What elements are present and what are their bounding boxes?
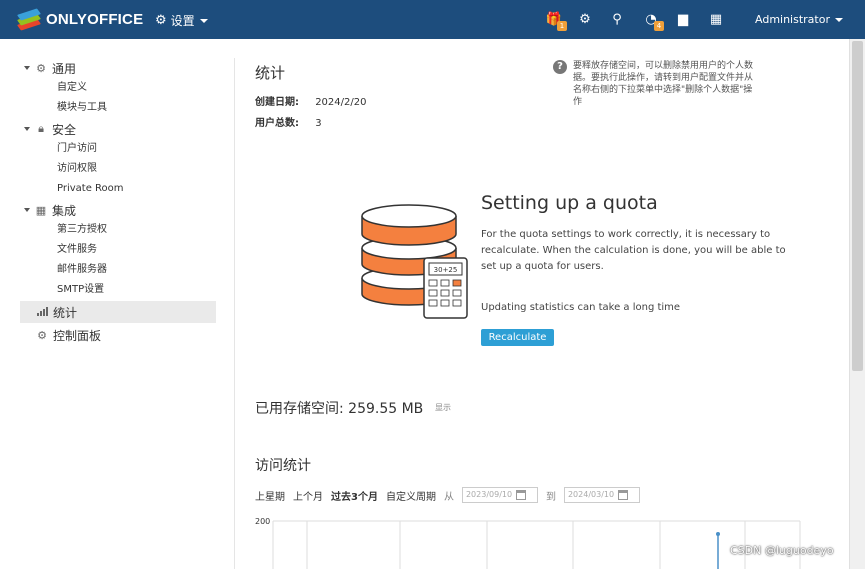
collapse-icon	[24, 66, 30, 70]
sidebar-item-access-rights[interactable]: 访问权限	[20, 159, 216, 179]
created-date-row: 创建日期: 2024/2/20	[255, 93, 366, 108]
sidebar-group-label: 通用	[52, 61, 77, 76]
search-icon[interactable]: ⚲	[608, 10, 626, 28]
storage-used: 已用存储空间: 259.55 MB	[255, 401, 424, 417]
logo-icon	[16, 8, 42, 31]
chat-icon-glyph: ▆	[678, 11, 688, 27]
notification-badge: 1	[557, 21, 567, 31]
storage-show-link[interactable]: 显示	[435, 402, 451, 413]
control-panel-icon: ⚙	[37, 328, 47, 342]
user-count-value: 3	[315, 118, 322, 129]
user-name: Administrator	[755, 13, 830, 26]
to-date-input[interactable]: 2024/03/10	[563, 487, 640, 503]
sidebar-item-control-panel[interactable]: ⚙ 控制面板	[20, 325, 216, 345]
gear-icon-glyph: ⚙	[579, 11, 591, 27]
period-last-week[interactable]: 上星期	[255, 488, 285, 503]
calendar-icon[interactable]: ▦	[707, 10, 725, 28]
chat-icon[interactable]: ▆	[674, 10, 692, 28]
sidebar-item-statistics[interactable]: 统计	[20, 301, 216, 323]
chevron-down-icon	[835, 17, 843, 22]
sidebar-item-modules[interactable]: 模块与工具	[20, 98, 216, 118]
sidebar: ⚙ 通用 自定义 模块与工具 🔒︎ 安全 门户访问 访问权限 Private R…	[20, 58, 216, 345]
database-calculator-illustration: 30+25	[361, 204, 468, 319]
calculator-display: 30+25	[434, 266, 458, 274]
visits-chart: 200	[255, 517, 801, 569]
gear-icon: ⚙	[155, 13, 167, 28]
user-menu[interactable]: Administrator	[755, 13, 843, 26]
sidebar-group-security[interactable]: 🔒︎ 安全	[20, 119, 216, 139]
chevron-down-icon	[199, 18, 208, 23]
sidebar-item-customization[interactable]: 自定义	[20, 78, 216, 98]
question-icon: ?	[553, 60, 567, 74]
gear-icon[interactable]: ⚙	[576, 10, 594, 28]
help-text: 要释放存储空间，可以删除禁用用户的个人数据。要执行此操作，请转到用户配置文件并从…	[573, 61, 754, 107]
to-date-value: 2024/03/10	[567, 490, 615, 499]
content-divider	[234, 58, 235, 569]
sidebar-group-label: 集成	[52, 203, 77, 218]
onlyoffice-logo[interactable]: ONLYOFFICE	[16, 8, 144, 31]
quota-note: Updating statistics can take a long time	[481, 302, 681, 313]
vertical-scrollbar[interactable]	[849, 39, 865, 569]
grid-icon: ▦	[35, 203, 47, 217]
brand-name: ONLYOFFICE	[46, 10, 144, 28]
period-custom[interactable]: 自定义周期	[386, 488, 436, 503]
gift-icon[interactable]: 🎁 1	[545, 10, 567, 31]
created-date-label: 创建日期:	[255, 97, 299, 108]
visits-heading: 访问统计	[255, 458, 311, 474]
bar-chart-icon	[36, 306, 48, 319]
page-title: 统计	[255, 64, 286, 82]
y-tick-label: 200	[255, 517, 270, 526]
help-note: ? 要释放存储空间，可以删除禁用用户的个人数据。要执行此操作，请转到用户配置文件…	[553, 60, 758, 108]
top-navbar: ONLYOFFICE ⚙ 设置 🎁 1 ⚙ ⚲ ◔ 4 ▆ ▦ Administrator	[0, 0, 865, 39]
sidebar-item-portal-access[interactable]: 门户访问	[20, 139, 216, 159]
sidebar-item-label: 控制面板	[53, 328, 102, 343]
gear-icon: ⚙	[36, 61, 46, 75]
user-count-row: 用户总数: 3	[255, 114, 322, 129]
collapse-icon	[24, 208, 30, 212]
quota-description: For the quota settings to work correctly…	[481, 229, 786, 272]
sidebar-item-file-services[interactable]: 文件服务	[20, 240, 216, 260]
data-point	[716, 532, 720, 536]
sidebar-item-label: 统计	[53, 305, 78, 320]
to-label: 到	[545, 491, 556, 503]
from-label: 从	[443, 491, 454, 503]
from-date-value: 2023/09/10	[465, 490, 513, 499]
calendar-icon[interactable]	[617, 490, 628, 500]
scrollbar-thumb[interactable]	[852, 41, 863, 371]
feed-icon[interactable]: ◔ 4	[642, 10, 664, 31]
period-selector: 上星期 上个月 过去3个月 自定义周期 从 2023/09/10 到 2024/…	[255, 487, 648, 503]
sidebar-item-smtp[interactable]: SMTP设置	[20, 280, 216, 300]
settings-menu[interactable]: ⚙ 设置	[155, 12, 208, 29]
watermark: CSDN @luguodeyo	[730, 544, 834, 557]
sidebar-group-integration[interactable]: ▦ 集成	[20, 200, 216, 220]
calendar-icon[interactable]	[515, 490, 526, 500]
sidebar-item-private-room[interactable]: Private Room	[20, 179, 216, 199]
search-icon-glyph: ⚲	[612, 11, 622, 27]
user-count-label: 用户总数:	[255, 118, 299, 129]
recalculate-button[interactable]: Recalculate	[481, 329, 554, 346]
lock-icon: 🔒︎	[38, 122, 44, 135]
collapse-icon	[24, 127, 30, 131]
sidebar-group-label: 安全	[52, 122, 77, 137]
quota-heading: Setting up a quota	[481, 192, 658, 214]
sidebar-item-third-party[interactable]: 第三方授权	[20, 220, 216, 240]
period-last-month[interactable]: 上个月	[293, 488, 323, 503]
from-date-input[interactable]: 2023/09/10	[461, 487, 538, 503]
sidebar-item-mail-server[interactable]: 邮件服务器	[20, 260, 216, 280]
settings-label: 设置	[170, 14, 195, 28]
sidebar-group-general[interactable]: ⚙ 通用	[20, 58, 216, 78]
created-date-value: 2024/2/20	[315, 97, 367, 108]
notification-badge: 4	[654, 21, 664, 31]
calendar-icon-glyph: ▦	[709, 11, 723, 27]
period-last-3-months[interactable]: 过去3个月	[331, 488, 378, 503]
